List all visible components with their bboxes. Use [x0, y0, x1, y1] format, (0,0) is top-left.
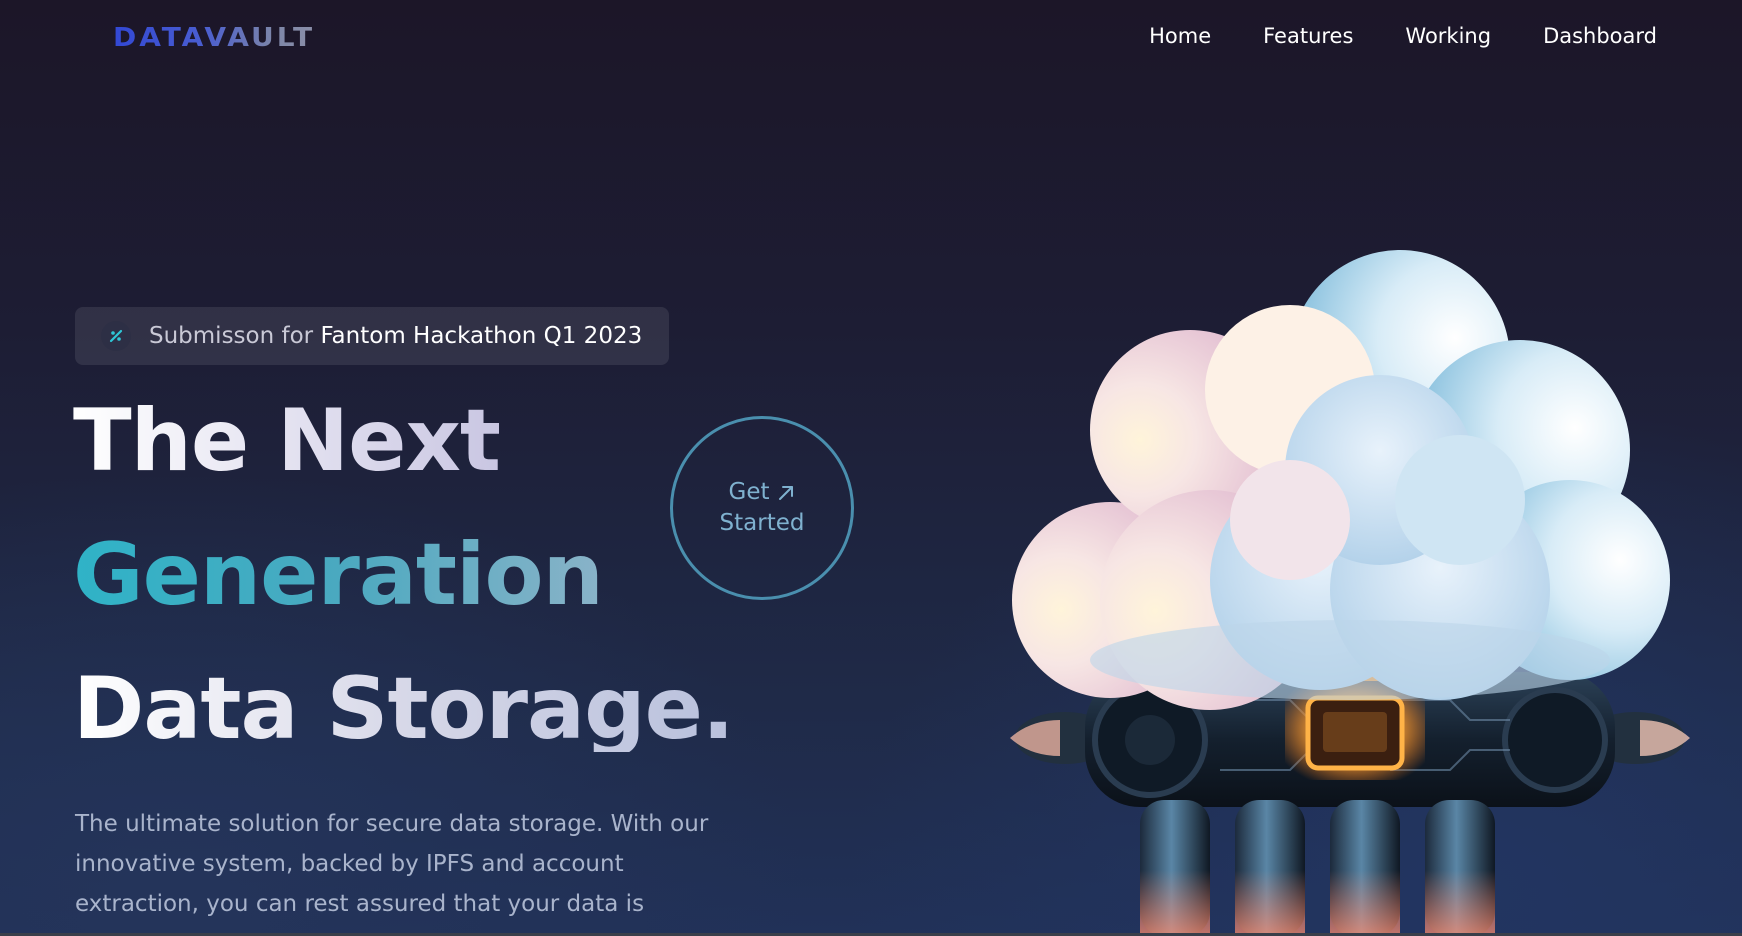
main-nav: Home Features Working Dashboard — [1097, 22, 1657, 50]
headline-line-3: Data Storage. — [73, 659, 735, 759]
fantom-logo-icon — [101, 321, 131, 351]
nav-link-dashboard[interactable]: Dashboard — [1543, 22, 1657, 50]
cloud-chip-icon — [1010, 250, 1690, 936]
nav-link-home[interactable]: Home — [1149, 22, 1211, 50]
badge-highlight: Fantom Hackathon Q1 2023 — [320, 323, 643, 349]
brand-logo[interactable]: DATAVAULT — [113, 22, 315, 52]
headline-line-1: The Next — [73, 391, 501, 491]
badge-text: Submisson for Fantom Hackathon Q1 2023 — [149, 323, 642, 349]
hackathon-badge: Submisson for Fantom Hackathon Q1 2023 — [75, 307, 669, 365]
nav-link-features[interactable]: Features — [1263, 22, 1353, 50]
hero-description: The ultimate solution for secure data st… — [75, 811, 709, 917]
nav-link-working[interactable]: Working — [1405, 22, 1491, 50]
arrow-up-right-icon — [778, 485, 793, 500]
get-started-button[interactable]: Get Started — [670, 416, 854, 600]
badge-prefix: Submisson for — [149, 323, 321, 349]
cta-label-line-2: Started — [719, 510, 805, 536]
headline-line-2: Generation — [73, 525, 604, 625]
cta-label-line-1: Get — [728, 479, 770, 505]
cta-row: Get — [729, 477, 796, 508]
